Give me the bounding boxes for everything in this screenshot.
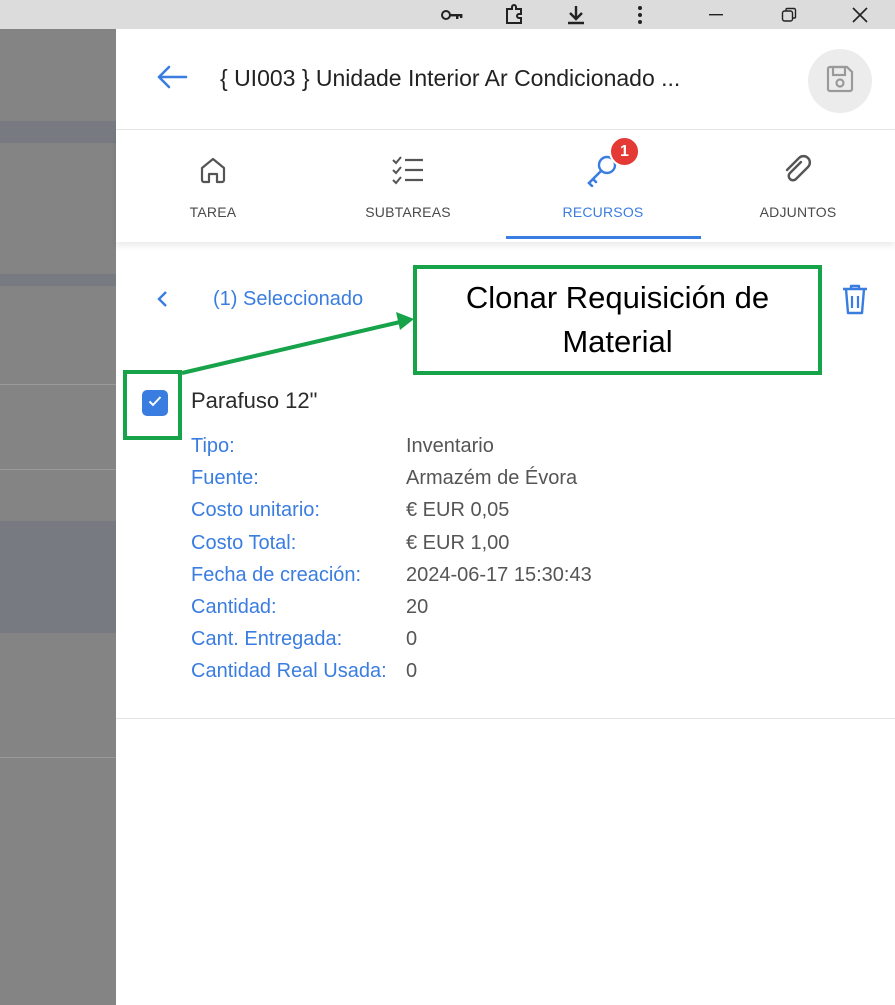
background-band xyxy=(0,121,116,143)
save-icon xyxy=(823,62,857,101)
key-icon[interactable] xyxy=(434,0,470,29)
task-detail-panel: { UI003 } Unidade Interior Ar Condiciona… xyxy=(116,29,895,1005)
field-costo-unitario: Costo unitario: € EUR 0,05 xyxy=(191,499,871,527)
annotation-callout: Clonar Requisición de Material xyxy=(413,265,822,375)
annotation-highlight-box xyxy=(123,370,182,440)
browser-toolbar xyxy=(0,0,895,29)
field-fecha-creacion: Fecha de creación: 2024-06-17 15:30:43 xyxy=(191,564,871,592)
selection-count: (1) Seleccionado xyxy=(213,288,364,310)
chevron-left-icon xyxy=(156,290,168,313)
field-costo-total: Costo Total: € EUR 1,00 xyxy=(191,532,871,560)
field-cantidad-real-usada: Cantidad Real Usada: 0 xyxy=(191,660,871,688)
field-tipo: Tipo: Inventario xyxy=(191,435,871,463)
minimize-icon[interactable] xyxy=(698,0,734,29)
trash-icon xyxy=(840,282,870,321)
tab-bar: TAREA SUBTAREAS RECURSOS ADJUNTOS 1 xyxy=(116,130,895,242)
field-value: Armazém de Évora xyxy=(406,467,578,489)
clear-selection-button[interactable] xyxy=(152,287,172,315)
item-name: Parafuso 12" xyxy=(191,388,318,413)
background-divider xyxy=(0,757,116,758)
panel-header: { UI003 } Unidade Interior Ar Condiciona… xyxy=(116,29,895,129)
tab-tarea[interactable]: TAREA xyxy=(116,130,310,242)
tab-label: RECURSOS xyxy=(562,204,644,220)
background-band xyxy=(0,521,116,633)
background-overlay[interactable] xyxy=(0,29,116,1005)
tab-recursos[interactable]: RECURSOS xyxy=(506,130,700,242)
tab-label: TAREA xyxy=(189,204,237,220)
page-title: { UI003 } Unidade Interior Ar Condiciona… xyxy=(220,65,681,91)
download-icon[interactable] xyxy=(558,0,594,29)
item-divider xyxy=(116,718,895,719)
tab-label: ADJUNTOS xyxy=(759,204,837,220)
field-value: € EUR 0,05 xyxy=(406,499,510,521)
annotation-line: Material xyxy=(562,324,673,359)
resources-count-badge: 1 xyxy=(609,136,640,167)
more-vert-icon[interactable] xyxy=(622,0,658,29)
active-tab-indicator xyxy=(506,236,701,239)
field-value: 2024-06-17 15:30:43 xyxy=(406,564,592,586)
back-button[interactable] xyxy=(152,63,192,95)
restore-icon[interactable] xyxy=(771,0,807,29)
field-label: Fuente: xyxy=(191,467,259,489)
checklist-icon xyxy=(388,152,428,188)
field-label: Costo Total: xyxy=(191,532,297,554)
background-divider xyxy=(0,384,116,385)
annotation-line: Clonar Requisición de xyxy=(465,280,770,315)
field-label: Cantidad: xyxy=(191,596,277,618)
tab-adjuntos[interactable]: ADJUNTOS xyxy=(701,130,895,242)
field-label: Tipo: xyxy=(191,435,235,457)
field-cant-entregada: Cant. Entregada: 0 xyxy=(191,628,871,656)
attachment-icon xyxy=(778,152,818,188)
background-band xyxy=(0,274,116,286)
field-label: Cantidad Real Usada: xyxy=(191,660,387,682)
field-value: € EUR 1,00 xyxy=(406,532,510,554)
arrow-left-icon xyxy=(156,65,188,94)
field-value: 20 xyxy=(406,596,429,618)
field-label: Fecha de creación: xyxy=(191,564,362,586)
delete-button[interactable] xyxy=(836,281,874,321)
tab-subtareas[interactable]: SUBTAREAS xyxy=(311,130,505,242)
save-button[interactable] xyxy=(808,49,872,113)
field-label: Cant. Entregada: xyxy=(191,628,343,650)
tab-label: SUBTAREAS xyxy=(365,204,451,220)
home-icon xyxy=(193,152,233,188)
field-value: 0 xyxy=(406,628,418,650)
extension-icon[interactable] xyxy=(496,0,532,29)
field-value: 0 xyxy=(406,660,418,682)
field-value: Inventario xyxy=(406,435,494,457)
background-divider xyxy=(0,469,116,470)
field-fuente: Fuente: Armazém de Évora xyxy=(191,467,871,495)
field-label: Costo unitario: xyxy=(191,499,320,521)
close-icon[interactable] xyxy=(842,0,878,29)
field-cantidad: Cantidad: 20 xyxy=(191,596,871,624)
